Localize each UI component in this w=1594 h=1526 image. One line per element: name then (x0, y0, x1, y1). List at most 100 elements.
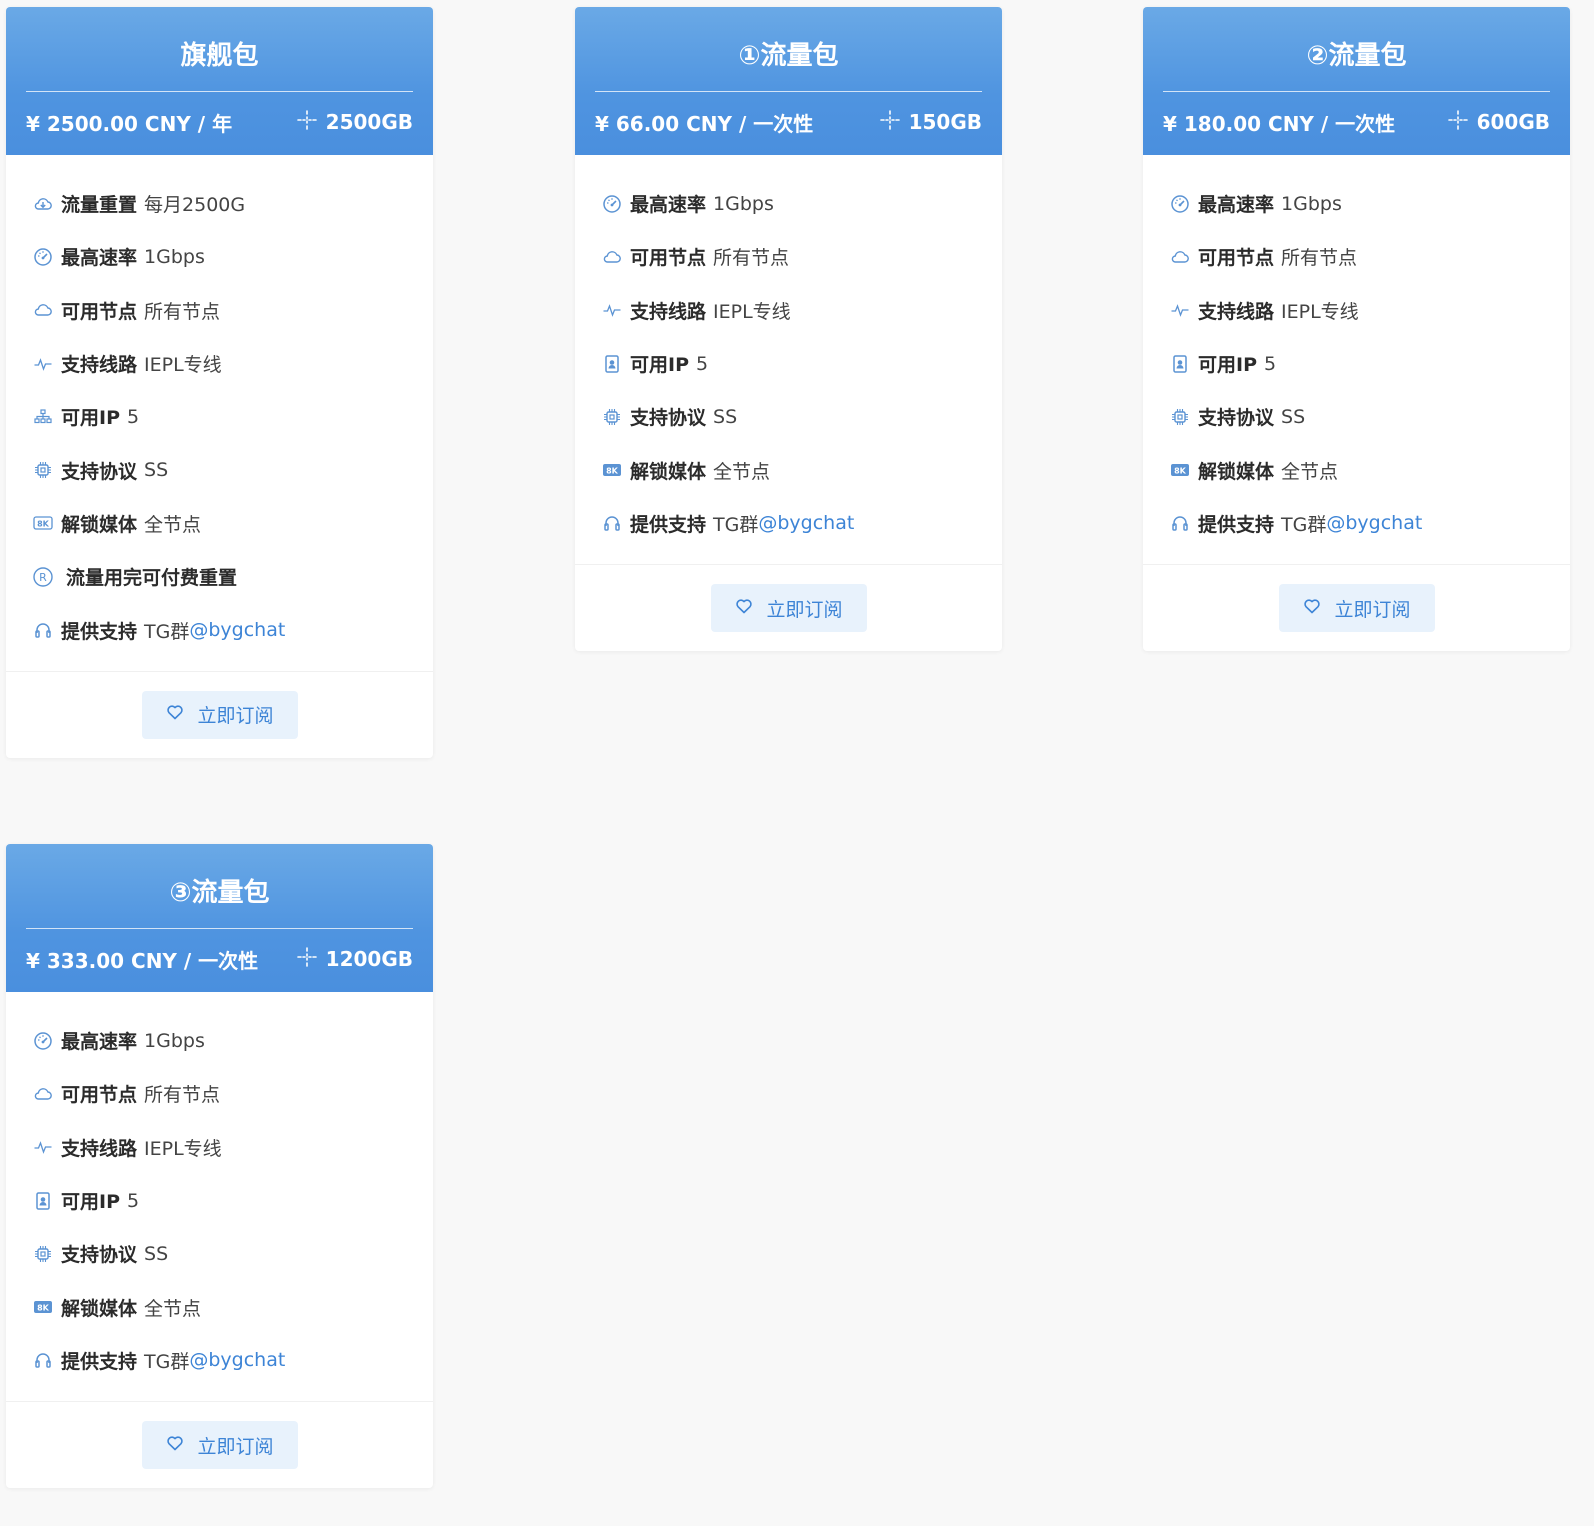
feature-key: 可用节点 (1198, 247, 1275, 270)
plan-title: ①流量包 (738, 41, 839, 71)
feature-value: 5 (696, 352, 709, 375)
feature-key: 解锁媒体 (61, 513, 138, 536)
subscribe-label: 立即订阅 (197, 1435, 274, 1458)
support-link[interactable]: @bygchat (758, 512, 854, 534)
speedometer-icon (1169, 193, 1191, 215)
svg-text:8K: 8K (606, 466, 619, 475)
subscribe-label: 立即订阅 (197, 705, 274, 728)
plan-footer: 立即订阅 (1143, 564, 1570, 651)
feature-key: 支持线路 (61, 354, 138, 377)
feature-key: 可用节点 (61, 1084, 138, 1107)
feature-item: 支持线路 IEPL专线 (32, 1121, 407, 1174)
feature-value: 全节点 (1281, 460, 1339, 483)
feature-list: 流量重置 每月2500G 最高速率 1Gbps 可用节点 所有节点 支持线路 I… (6, 155, 433, 671)
plan-footer: 立即订阅 (6, 1401, 433, 1488)
cloud-icon (1169, 246, 1191, 268)
subscribe-label: 立即订阅 (1334, 598, 1411, 621)
feature-key: 最高速率 (1198, 194, 1275, 217)
feature-item: 支持线路 IEPL专线 (1169, 284, 1544, 337)
feature-value: 全节点 (144, 1297, 202, 1320)
feature-item: 可用IP 5 (32, 390, 407, 443)
feature-value: 5 (127, 405, 140, 428)
id-card-icon (601, 353, 623, 375)
plan-title: ③流量包 (169, 878, 270, 908)
price-row: ¥ 180.00 CNY / 一次性 600GB (1163, 92, 1550, 152)
support-link[interactable]: @bygchat (1326, 512, 1422, 534)
feature-key: 解锁媒体 (630, 460, 707, 483)
subscribe-button[interactable]: 立即订阅 (710, 584, 867, 633)
feature-item: 可用节点 所有节点 (601, 230, 976, 283)
feature-key: 支持线路 (1198, 300, 1275, 323)
plan-quota: 600GB (1447, 109, 1550, 136)
subscribe-button[interactable]: 立即订阅 (1278, 584, 1435, 633)
feature-item: 可用节点 所有节点 (32, 284, 407, 337)
feature-item: 支持协议 SS (32, 443, 407, 496)
plan-card: ①流量包 ¥ 66.00 CNY / 一次性 150GB 最高速率 1Gbps … (575, 7, 1002, 652)
subscribe-button[interactable]: 立即订阅 (141, 690, 298, 739)
cloud-icon (32, 1083, 54, 1105)
price-row: ¥ 2500.00 CNY / 年 2500GB (26, 92, 413, 152)
headset-icon (1169, 512, 1191, 534)
feature-key: 支持线路 (630, 300, 707, 323)
feature-item: 8K 解锁媒体 全节点 (601, 443, 976, 496)
feature-value: 每月2500G (144, 194, 246, 217)
id-card-icon (32, 1190, 54, 1212)
heart-icon (734, 596, 766, 621)
plan-price: ¥ 333.00 CNY / 一次性 (26, 948, 259, 973)
speedometer-icon (32, 246, 54, 268)
support-link[interactable]: @bygchat (189, 619, 285, 641)
plan-card: ②流量包 ¥ 180.00 CNY / 一次性 600GB 最高速率 1Gbps… (1143, 7, 1570, 652)
feature-item: 支持线路 IEPL专线 (32, 337, 407, 390)
heart-icon (165, 1433, 197, 1458)
feature-list: 最高速率 1Gbps 可用节点 所有节点 支持线路 IEPL专线 可用IP 5 (575, 155, 1002, 564)
feature-value: TG群 (713, 513, 759, 536)
feature-key: 流量用完可付费重置 (66, 567, 238, 590)
feature-value: 1Gbps (144, 1029, 205, 1052)
feature-value: 所有节点 (144, 300, 221, 323)
feature-key: 提供支持 (1198, 513, 1275, 536)
headset-icon (32, 1349, 54, 1371)
feature-value: SS (144, 1242, 169, 1265)
pulse-icon (1169, 299, 1191, 321)
feature-key: 提供支持 (61, 620, 138, 643)
plan-quota: 150GB (879, 109, 982, 136)
svg-text:8K: 8K (37, 520, 50, 529)
plan-price: ¥ 2500.00 CNY / 年 (26, 111, 233, 136)
pulse-icon (601, 299, 623, 321)
feature-value: 所有节点 (713, 247, 790, 270)
feature-value: 全节点 (713, 460, 771, 483)
feature-value: TG群 (144, 620, 190, 643)
svg-text:R: R (39, 571, 47, 584)
feature-item: 8K 解锁媒体 全节点 (32, 1280, 407, 1333)
price-row: ¥ 333.00 CNY / 一次性 1200GB (26, 929, 413, 989)
feature-key: 可用节点 (61, 300, 138, 323)
feature-value: 5 (127, 1189, 140, 1212)
sparkle-icon (296, 109, 326, 136)
feature-value: 所有节点 (1281, 247, 1358, 270)
feature-item: 提供支持 TG群 @bygchat (32, 1334, 407, 1387)
feature-value: SS (713, 405, 738, 428)
feature-key: 可用IP (61, 1191, 120, 1214)
speedometer-icon (32, 1030, 54, 1052)
heart-icon (1302, 596, 1334, 621)
feature-key: 最高速率 (61, 1031, 138, 1054)
plan-quota: 1200GB (296, 946, 413, 973)
feature-key: 支持协议 (61, 460, 138, 483)
plan-title: ②流量包 (1306, 41, 1407, 71)
feature-value: 所有节点 (144, 1084, 221, 1107)
support-link[interactable]: @bygchat (189, 1349, 285, 1371)
feature-value: IEPL专线 (144, 354, 222, 377)
feature-item: 可用IP 5 (601, 337, 976, 390)
feature-item: 最高速率 1Gbps (1169, 177, 1544, 230)
feature-key: 可用IP (61, 407, 120, 430)
subscribe-button[interactable]: 立即订阅 (141, 1421, 298, 1470)
feature-item: 可用节点 所有节点 (32, 1067, 407, 1120)
headset-icon (601, 512, 623, 534)
feature-item: 最高速率 1Gbps (32, 1014, 407, 1067)
svg-text:8K: 8K (1174, 466, 1187, 475)
quota-value: 2500GB (325, 110, 413, 134)
plan-quota: 2500GB (296, 109, 413, 136)
feature-item: 8K 解锁媒体 全节点 (1169, 443, 1544, 496)
plan-header: 旗舰包 ¥ 2500.00 CNY / 年 2500GB (6, 7, 433, 155)
feature-item: 提供支持 TG群 @bygchat (1169, 497, 1544, 550)
